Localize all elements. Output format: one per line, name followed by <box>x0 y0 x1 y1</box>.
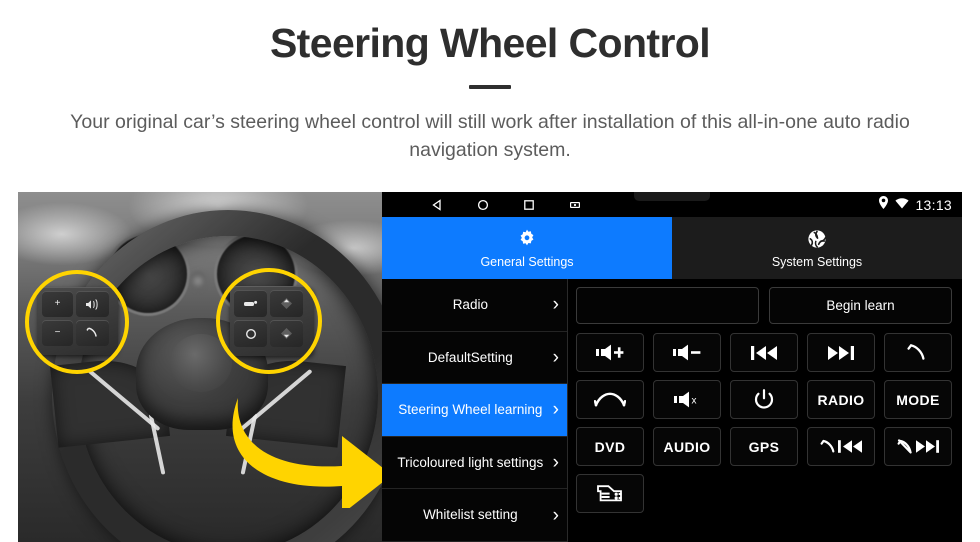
title-divider <box>469 85 511 90</box>
tab-system-settings[interactable]: System Settings <box>672 217 962 279</box>
learning-top-row: Begin learn <box>576 287 952 324</box>
svg-text:x: x <box>692 396 697 407</box>
chevron-right-icon: › <box>552 294 559 316</box>
dvd-button-label: DVD <box>594 438 626 455</box>
settings-tab-bar: General Settings System Settings <box>382 217 962 279</box>
steering-wheel-learning-panel: Begin learn x RADIO MODE DVD AUDIO GPS <box>568 279 962 542</box>
highlight-circle-left <box>25 270 129 374</box>
settings-sidebar: Radio › DefaultSetting › Steering Wheel … <box>382 279 568 542</box>
mode-button-label: MODE <box>896 391 940 408</box>
mute-button[interactable]: x <box>653 380 721 419</box>
sidebar-item-label: Tricoloured light settings <box>397 454 544 470</box>
mode-button[interactable]: MODE <box>884 380 952 419</box>
next-track-button[interactable] <box>807 333 875 372</box>
audio-button-label: AUDIO <box>663 438 711 455</box>
begin-learn-button[interactable]: Begin learn <box>769 287 952 324</box>
chevron-right-icon: › <box>552 399 559 421</box>
home-icon[interactable] <box>476 198 489 211</box>
call-previous-button[interactable] <box>807 427 875 466</box>
gps-button[interactable]: GPS <box>730 427 798 466</box>
radio-button[interactable]: RADIO <box>807 380 875 419</box>
tab-general-settings[interactable]: General Settings <box>382 217 672 279</box>
recents-icon[interactable] <box>522 198 535 211</box>
sidebar-item-defaultsetting[interactable]: DefaultSetting › <box>382 331 567 385</box>
media-panel: + − 13:13 General Settings System Settin… <box>18 192 962 542</box>
car-info-button[interactable] <box>576 474 644 513</box>
dvd-button[interactable]: DVD <box>576 427 644 466</box>
hangup-button[interactable] <box>576 380 644 419</box>
status-bar-clock: 13:13 <box>915 196 952 213</box>
function-button-grid: x RADIO MODE DVD AUDIO GPS <box>576 333 952 513</box>
steering-wheel-photo: + − <box>18 192 382 542</box>
power-icon <box>754 389 774 410</box>
volume-down-button[interactable] <box>653 333 721 372</box>
sidebar-item-steering-wheel-learning[interactable]: Steering Wheel learning › <box>382 384 567 437</box>
screenshot-icon[interactable] <box>568 198 581 211</box>
sidebar-item-radio[interactable]: Radio › <box>382 279 567 332</box>
learn-display-field[interactable] <box>576 287 759 324</box>
page-title: Steering Wheel Control <box>269 20 711 66</box>
speaker-minus-icon <box>673 344 701 361</box>
settings-body: Radio › DefaultSetting › Steering Wheel … <box>382 279 962 542</box>
gear-icon <box>516 228 538 250</box>
sidebar-item-label: Steering Wheel learning <box>398 402 543 418</box>
android-status-bar: 13:13 <box>382 192 962 217</box>
phone-icon <box>907 342 929 364</box>
audio-button[interactable]: AUDIO <box>653 427 721 466</box>
speaker-mute-icon: x <box>674 391 700 408</box>
phone-previous-icon <box>820 438 862 455</box>
page-header: Steering Wheel Control Your original car… <box>0 0 980 164</box>
next-icon <box>828 345 854 361</box>
call-button[interactable] <box>884 333 952 372</box>
previous-icon <box>751 345 777 361</box>
sidebar-item-whitelist-setting[interactable]: Whitelist setting › <box>382 489 567 542</box>
sidebar-item-label: DefaultSetting <box>427 349 513 365</box>
sidebar-item-label: Radio <box>452 297 488 313</box>
pointing-arrow <box>224 388 382 514</box>
tab-general-settings-label: General Settings <box>480 254 574 269</box>
gps-button-label: GPS <box>748 438 780 455</box>
tab-system-settings-label: System Settings <box>771 254 863 269</box>
hangup-next-button[interactable] <box>884 427 952 466</box>
sidebar-item-tricoloured-light-settings[interactable]: Tricoloured light settings › <box>382 436 567 490</box>
sidebar-item-label: Whitelist setting <box>423 507 518 523</box>
location-icon <box>878 195 889 214</box>
chevron-right-icon: › <box>552 452 559 474</box>
status-bar-notch <box>634 192 710 201</box>
power-button[interactable] <box>730 380 798 419</box>
chevron-right-icon: › <box>552 346 559 368</box>
previous-track-button[interactable] <box>730 333 798 372</box>
speaker-plus-icon <box>596 344 624 361</box>
phone-hangup-icon <box>594 392 626 408</box>
aperture-icon <box>806 228 828 250</box>
hangup-next-icon <box>897 438 939 455</box>
radio-button-label: RADIO <box>817 391 865 408</box>
status-bar-right: 13:13 <box>878 195 952 214</box>
highlight-circle-right <box>216 268 322 374</box>
head-unit-screen: 13:13 General Settings System Settings R… <box>382 192 962 542</box>
page-subtitle: Your original car’s steering wheel contr… <box>70 111 910 161</box>
navigation-bar <box>430 198 581 211</box>
wifi-icon <box>895 196 910 214</box>
volume-up-button[interactable] <box>576 333 644 372</box>
chevron-right-icon: › <box>552 504 559 526</box>
back-icon[interactable] <box>430 198 443 211</box>
car-icon <box>596 483 624 504</box>
